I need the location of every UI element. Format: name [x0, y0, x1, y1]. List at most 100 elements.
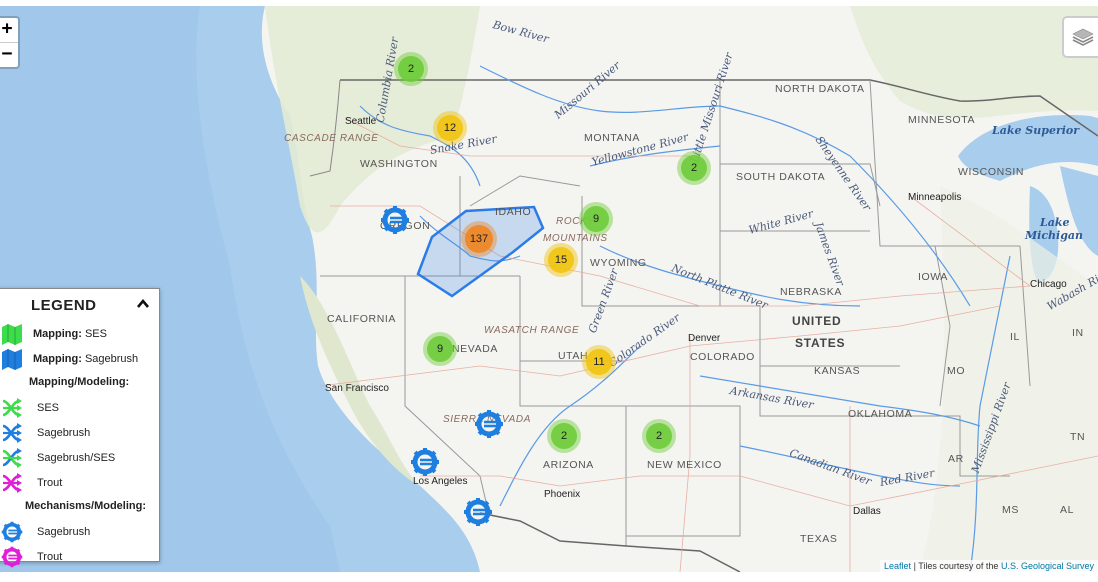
country-label: STATES [795, 336, 846, 350]
legend-item-label: Sagebrush [37, 427, 91, 439]
map-container[interactable]: NORTH DAKOTA SOUTH DAKOTA MINNESOTA WISCONS… [0, 6, 1098, 572]
lake-label: Michigan [1025, 229, 1084, 242]
marker-cluster[interactable]: 2 [394, 52, 428, 86]
marker-cluster[interactable]: 15 [544, 243, 578, 277]
cluster-count: 9 [427, 336, 453, 362]
legend-item: Sagebrush/SES [1, 447, 115, 469]
zoom-in-button[interactable]: + [0, 18, 18, 43]
legend-section-header: Mechanisms/Modeling: [25, 500, 147, 512]
state-label: KANSAS [814, 365, 861, 377]
lake-label: Lake Superior [992, 124, 1080, 137]
mapping-modeling-sagebrush-marker[interactable] [380, 205, 410, 235]
state-label: MO [947, 365, 966, 377]
state-label: NEBRASKA [780, 286, 842, 298]
marker-cluster[interactable]: 2 [547, 419, 581, 453]
mechanisms-sagebrush-marker[interactable] [463, 497, 493, 527]
state-label: WASHINGTON [360, 158, 438, 170]
state-label: IDAHO [495, 206, 532, 218]
legend-item: Sagebrush [1, 521, 90, 543]
cluster-count: 2 [646, 423, 672, 449]
cluster-count: 2 [551, 423, 577, 449]
gear-icon [1, 521, 23, 543]
state-label: WISCONSIN [958, 166, 1025, 178]
state-label: WYOMING [590, 257, 647, 269]
chevron-up-icon[interactable] [135, 296, 151, 312]
shuffle-arrows-icon [1, 397, 23, 419]
cluster-count: 2 [398, 56, 424, 82]
legend-item-category: Mapping: [33, 328, 82, 340]
mechanisms-sagebrush-marker[interactable] [474, 409, 504, 439]
state-label: MS [1002, 504, 1019, 516]
state-label: TN [1070, 431, 1086, 443]
city-label: San Francisco [325, 383, 389, 394]
legend-item: Trout [1, 472, 62, 494]
legend-item-label: Sagebrush [37, 526, 91, 538]
shuffle-arrows-icon [1, 447, 23, 469]
mechanisms-sagebrush-marker[interactable] [410, 447, 440, 477]
state-label: MINNESOTA [908, 114, 976, 126]
legend-title: LEGEND [31, 297, 97, 314]
range-label: CASCADE RANGE [284, 133, 379, 144]
marker-cluster[interactable]: 12 [433, 111, 467, 145]
gear-icon [1, 546, 23, 568]
legend-item-category: Mapping: [33, 353, 82, 365]
legend-section-header: Mapping/Modeling: [29, 376, 130, 388]
cluster-count: 2 [681, 155, 707, 181]
attribution-text: | Tiles courtesy of the [911, 561, 1001, 571]
shuffle-arrows-icon [1, 422, 23, 444]
legend-item-label: Trout [37, 477, 63, 489]
zoom-out-button[interactable]: − [0, 43, 18, 67]
city-label: Phoenix [544, 489, 581, 500]
marker-cluster[interactable]: 2 [677, 151, 711, 185]
cluster-count: 9 [583, 206, 609, 232]
legend-item: Mapping: Sagebrush [1, 348, 138, 370]
legend-item-label: Trout [37, 551, 63, 563]
marker-cluster[interactable]: 137 [461, 221, 497, 257]
state-label: CALIFORNIA [327, 313, 397, 325]
state-label: IOWA [918, 271, 949, 283]
lake-label: Lake [1040, 216, 1070, 229]
legend-item-text: Mapping: Sagebrush [33, 353, 138, 365]
cluster-count: 15 [548, 247, 574, 273]
marker-cluster[interactable]: 9 [423, 332, 457, 366]
gear-icon [464, 498, 492, 526]
state-label: OKLAHOMA [848, 408, 913, 420]
shuffle-arrows-icon [1, 472, 23, 494]
marker-cluster[interactable]: 9 [579, 202, 613, 236]
cluster-count: 12 [437, 115, 463, 141]
range-label: WASATCH RANGE [484, 325, 580, 336]
legend-item: SES [1, 397, 59, 419]
state-label: ARIZONA [543, 459, 594, 471]
gear-icon [475, 410, 503, 438]
legend-item: Trout [1, 546, 62, 568]
leaflet-link[interactable]: Leaflet [884, 561, 911, 571]
basemap-tiles [0, 6, 1098, 572]
cluster-count: 137 [465, 225, 493, 253]
legend-item-label: SES [81, 328, 107, 340]
state-label: COLORADO [690, 351, 755, 363]
legend-item: Mapping: SES [1, 323, 107, 345]
state-label: NEW MEXICO [647, 459, 722, 471]
state-label: IL [1010, 331, 1020, 343]
marker-cluster[interactable]: 2 [642, 419, 676, 453]
attribution: Leaflet | Tiles courtesy of the U.S. Geo… [880, 560, 1098, 572]
legend-item-label: SES [37, 402, 60, 414]
state-label: NORTH DAKOTA [775, 83, 865, 95]
state-label: AR [948, 453, 964, 465]
state-label: IN [1072, 327, 1084, 339]
map-icon [1, 323, 23, 345]
legend-item: Sagebrush [1, 422, 90, 444]
legend-panel: LEGEND Mapping: SES Mapping: Sagebrush Ma… [0, 288, 160, 568]
map-icon [1, 348, 23, 370]
layers-button[interactable] [1062, 16, 1098, 58]
marker-cluster[interactable]: 11 [582, 345, 616, 379]
usgs-link[interactable]: U.S. Geological Survey [1001, 561, 1094, 571]
city-label: Dallas [853, 506, 881, 517]
country-label: UNITED [792, 314, 842, 328]
state-label: SOUTH DAKOTA [736, 171, 826, 183]
gear-icon [381, 206, 409, 234]
state-label: MONTANA [584, 132, 640, 144]
legend-item-text: Mapping: SES [33, 328, 107, 340]
state-label: TEXAS [800, 533, 838, 545]
legend-item-label: Sagebrush [81, 353, 139, 365]
